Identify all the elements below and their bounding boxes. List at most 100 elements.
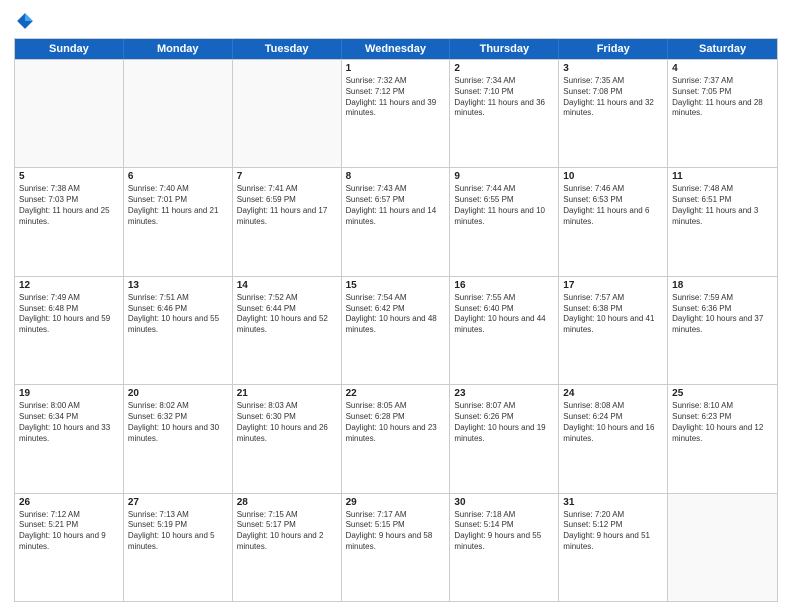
calendar-cell: 24 Sunrise: 8:08 AM Sunset: 6:24 PM Dayli… (559, 385, 668, 492)
calendar-cell: 30 Sunrise: 7:18 AM Sunset: 5:14 PM Dayli… (450, 494, 559, 601)
day-number: 30 (454, 497, 554, 508)
cell-info: Sunrise: 7:49 AM Sunset: 6:48 PM Dayligh… (19, 293, 119, 336)
cell-info: Sunrise: 7:38 AM Sunset: 7:03 PM Dayligh… (19, 184, 119, 227)
calendar-cell (233, 60, 342, 167)
calendar: SundayMondayTuesdayWednesdayThursdayFrid… (14, 38, 778, 602)
weekday-header: Sunday (15, 39, 124, 59)
calendar-cell: 14Sunrise: 7:52 AM Sunset: 6:44 PM Dayli… (233, 277, 342, 384)
cell-info: Sunrise: 7:12 AM Sunset: 5:21 PM Dayligh… (19, 510, 119, 553)
weekday-header: Monday (124, 39, 233, 59)
cell-info: Sunrise: 8:05 AM Sunset: 6:28 PM Dayligh… (346, 401, 446, 444)
day-number: 13 (128, 280, 228, 291)
cell-info: Sunrise: 8:10 AM Sunset: 6:23 PM Dayligh… (672, 401, 773, 444)
calendar-cell: 2 Sunrise: 7:34 AM Sunset: 7:10 PM Daylig… (450, 60, 559, 167)
calendar-cell: 20 Sunrise: 8:02 AM Sunset: 6:32 PM Dayli… (124, 385, 233, 492)
cell-info: Sunrise: 7:41 AM Sunset: 6:59 PM Dayligh… (237, 184, 337, 227)
calendar-cell: 4Sunrise: 7:37 AM Sunset: 7:05 PM Daylig… (668, 60, 777, 167)
day-number: 3 (563, 63, 663, 74)
calendar-cell: 5 Sunrise: 7:38 AM Sunset: 7:03 PM Daylig… (15, 168, 124, 275)
cell-info: Sunrise: 8:03 AM Sunset: 6:30 PM Dayligh… (237, 401, 337, 444)
calendar-cell: 13 Sunrise: 7:51 AM Sunset: 6:46 PM Dayli… (124, 277, 233, 384)
cell-info: Sunrise: 7:55 AM Sunset: 6:40 PM Dayligh… (454, 293, 554, 336)
day-number: 11 (672, 171, 773, 182)
calendar-row: 1Sunrise: 7:32 AM Sunset: 7:12 PM Daylig… (15, 59, 777, 167)
cell-info: Sunrise: 7:40 AM Sunset: 7:01 PM Dayligh… (128, 184, 228, 227)
day-number: 16 (454, 280, 554, 291)
calendar-cell: 29Sunrise: 7:17 AM Sunset: 5:15 PM Dayli… (342, 494, 451, 601)
cell-info: Sunrise: 8:08 AM Sunset: 6:24 PM Dayligh… (563, 401, 663, 444)
day-number: 29 (346, 497, 446, 508)
calendar-cell: 31Sunrise: 7:20 AM Sunset: 5:12 PM Dayli… (559, 494, 668, 601)
weekday-header: Saturday (668, 39, 777, 59)
weekday-header: Thursday (450, 39, 559, 59)
calendar-header: SundayMondayTuesdayWednesdayThursdayFrid… (15, 39, 777, 59)
calendar-cell: 1Sunrise: 7:32 AM Sunset: 7:12 PM Daylig… (342, 60, 451, 167)
calendar-cell: 28Sunrise: 7:15 AM Sunset: 5:17 PM Dayli… (233, 494, 342, 601)
calendar-cell: 18 Sunrise: 7:59 AM Sunset: 6:36 PM Dayli… (668, 277, 777, 384)
day-number: 4 (672, 63, 773, 74)
day-number: 9 (454, 171, 554, 182)
day-number: 8 (346, 171, 446, 182)
cell-info: Sunrise: 7:18 AM Sunset: 5:14 PM Dayligh… (454, 510, 554, 553)
day-number: 15 (346, 280, 446, 291)
cell-info: Sunrise: 7:48 AM Sunset: 6:51 PM Dayligh… (672, 184, 773, 227)
cell-info: Sunrise: 7:59 AM Sunset: 6:36 PM Dayligh… (672, 293, 773, 336)
day-number: 2 (454, 63, 554, 74)
page: SundayMondayTuesdayWednesdayThursdayFrid… (0, 0, 792, 612)
day-number: 21 (237, 388, 337, 399)
cell-info: Sunrise: 8:07 AM Sunset: 6:26 PM Dayligh… (454, 401, 554, 444)
cell-info: Sunrise: 7:32 AM Sunset: 7:12 PM Dayligh… (346, 76, 446, 119)
day-number: 14 (237, 280, 337, 291)
cell-info: Sunrise: 7:57 AM Sunset: 6:38 PM Dayligh… (563, 293, 663, 336)
calendar-cell: 15Sunrise: 7:54 AM Sunset: 6:42 PM Dayli… (342, 277, 451, 384)
calendar-row: 5 Sunrise: 7:38 AM Sunset: 7:03 PM Daylig… (15, 167, 777, 275)
day-number: 6 (128, 171, 228, 182)
cell-info: Sunrise: 7:13 AM Sunset: 5:19 PM Dayligh… (128, 510, 228, 553)
cell-info: Sunrise: 7:20 AM Sunset: 5:12 PM Dayligh… (563, 510, 663, 553)
logo (14, 10, 38, 32)
day-number: 12 (19, 280, 119, 291)
logo-icon (14, 10, 36, 32)
calendar-cell: 17 Sunrise: 7:57 AM Sunset: 6:38 PM Dayli… (559, 277, 668, 384)
day-number: 24 (563, 388, 663, 399)
calendar-cell: 12 Sunrise: 7:49 AM Sunset: 6:48 PM Dayli… (15, 277, 124, 384)
calendar-cell: 26 Sunrise: 7:12 AM Sunset: 5:21 PM Dayli… (15, 494, 124, 601)
day-number: 25 (672, 388, 773, 399)
calendar-cell: 10Sunrise: 7:46 AM Sunset: 6:53 PM Dayli… (559, 168, 668, 275)
calendar-cell: 9 Sunrise: 7:44 AM Sunset: 6:55 PM Daylig… (450, 168, 559, 275)
day-number: 17 (563, 280, 663, 291)
calendar-cell: 22 Sunrise: 8:05 AM Sunset: 6:28 PM Dayli… (342, 385, 451, 492)
day-number: 26 (19, 497, 119, 508)
calendar-cell: 25 Sunrise: 8:10 AM Sunset: 6:23 PM Dayli… (668, 385, 777, 492)
cell-info: Sunrise: 7:34 AM Sunset: 7:10 PM Dayligh… (454, 76, 554, 119)
weekday-header: Wednesday (342, 39, 451, 59)
day-number: 5 (19, 171, 119, 182)
cell-info: Sunrise: 7:44 AM Sunset: 6:55 PM Dayligh… (454, 184, 554, 227)
day-number: 20 (128, 388, 228, 399)
calendar-row: 19 Sunrise: 8:00 AM Sunset: 6:34 PM Dayli… (15, 384, 777, 492)
calendar-cell: 19 Sunrise: 8:00 AM Sunset: 6:34 PM Dayli… (15, 385, 124, 492)
calendar-cell (124, 60, 233, 167)
cell-info: Sunrise: 8:02 AM Sunset: 6:32 PM Dayligh… (128, 401, 228, 444)
calendar-cell: 27Sunrise: 7:13 AM Sunset: 5:19 PM Dayli… (124, 494, 233, 601)
calendar-cell: 23 Sunrise: 8:07 AM Sunset: 6:26 PM Dayli… (450, 385, 559, 492)
calendar-cell (15, 60, 124, 167)
cell-info: Sunrise: 8:00 AM Sunset: 6:34 PM Dayligh… (19, 401, 119, 444)
calendar-row: 12 Sunrise: 7:49 AM Sunset: 6:48 PM Dayli… (15, 276, 777, 384)
cell-info: Sunrise: 7:43 AM Sunset: 6:57 PM Dayligh… (346, 184, 446, 227)
cell-info: Sunrise: 7:51 AM Sunset: 6:46 PM Dayligh… (128, 293, 228, 336)
calendar-cell (668, 494, 777, 601)
calendar-cell: 7 Sunrise: 7:41 AM Sunset: 6:59 PM Daylig… (233, 168, 342, 275)
cell-info: Sunrise: 7:15 AM Sunset: 5:17 PM Dayligh… (237, 510, 337, 553)
day-number: 22 (346, 388, 446, 399)
calendar-cell: 6 Sunrise: 7:40 AM Sunset: 7:01 PM Daylig… (124, 168, 233, 275)
day-number: 23 (454, 388, 554, 399)
calendar-body: 1Sunrise: 7:32 AM Sunset: 7:12 PM Daylig… (15, 59, 777, 601)
calendar-row: 26 Sunrise: 7:12 AM Sunset: 5:21 PM Dayli… (15, 493, 777, 601)
calendar-cell: 16 Sunrise: 7:55 AM Sunset: 6:40 PM Dayli… (450, 277, 559, 384)
day-number: 19 (19, 388, 119, 399)
cell-info: Sunrise: 7:46 AM Sunset: 6:53 PM Dayligh… (563, 184, 663, 227)
day-number: 7 (237, 171, 337, 182)
day-number: 18 (672, 280, 773, 291)
weekday-header: Tuesday (233, 39, 342, 59)
